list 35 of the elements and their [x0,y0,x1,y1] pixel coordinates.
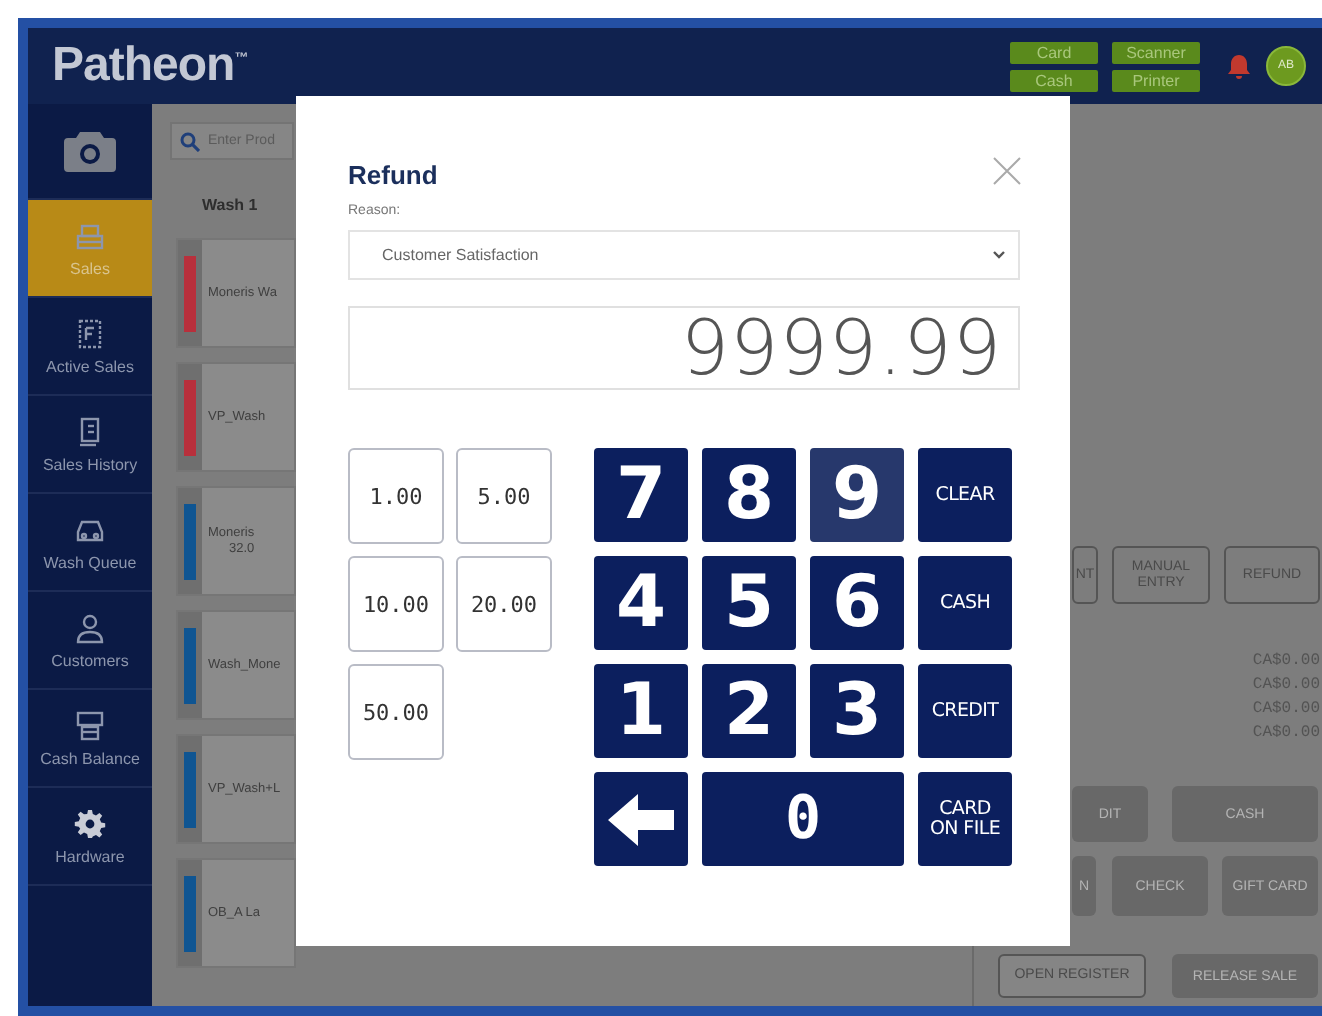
keypad-key[interactable]: 8 [702,448,796,542]
product-tab[interactable]: Wash 1 [202,196,258,214]
quick-amount-button[interactable]: 10.00 [348,556,444,652]
keypad-action-key[interactable]: CASH [918,556,1012,650]
quick-amount-button[interactable]: 1.00 [348,448,444,544]
keypad-action-key[interactable]: CLEAR [918,448,1012,542]
bell-icon[interactable] [1228,53,1250,79]
keypad-key[interactable]: 0 [702,772,904,866]
keypad-key[interactable]: 4 [594,556,688,650]
keypad-key[interactable]: 6 [810,556,904,650]
gear-icon [74,807,106,839]
close-icon[interactable] [992,156,1022,186]
backspace-key[interactable] [594,772,688,866]
chevron-icon [992,250,1006,260]
keypad-action-key[interactable]: CREDIT [918,664,1012,758]
person-icon [74,611,106,643]
camera-icon[interactable] [64,131,116,171]
receipt-icon [74,317,106,349]
app-logo: Patheon$^{™}$ [52,38,248,94]
keypad-action-key[interactable]: CARD ON FILE [918,772,1012,866]
quick-amount-button[interactable]: 5.00 [456,448,552,544]
keypad-key[interactable]: 2 [702,664,796,758]
keypad-key[interactable]: 9 [810,448,904,542]
keypad-key[interactable]: 3 [810,664,904,758]
quick-amount-button[interactable]: 50.00 [348,664,444,760]
quick-amount-button[interactable]: 20.00 [456,556,552,652]
keypad-key[interactable]: 1 [594,664,688,758]
keypad-key[interactable]: 5 [702,556,796,650]
reason-select[interactable]: Customer Satisfaction [348,230,1020,280]
cash-register-icon [74,709,106,741]
amount-display: 9999.99 [348,306,1020,390]
keypad-key[interactable]: 7 [594,448,688,542]
search-icon [180,131,200,151]
arrow-left-icon [607,791,675,847]
dialog-title: Refund [348,160,438,190]
